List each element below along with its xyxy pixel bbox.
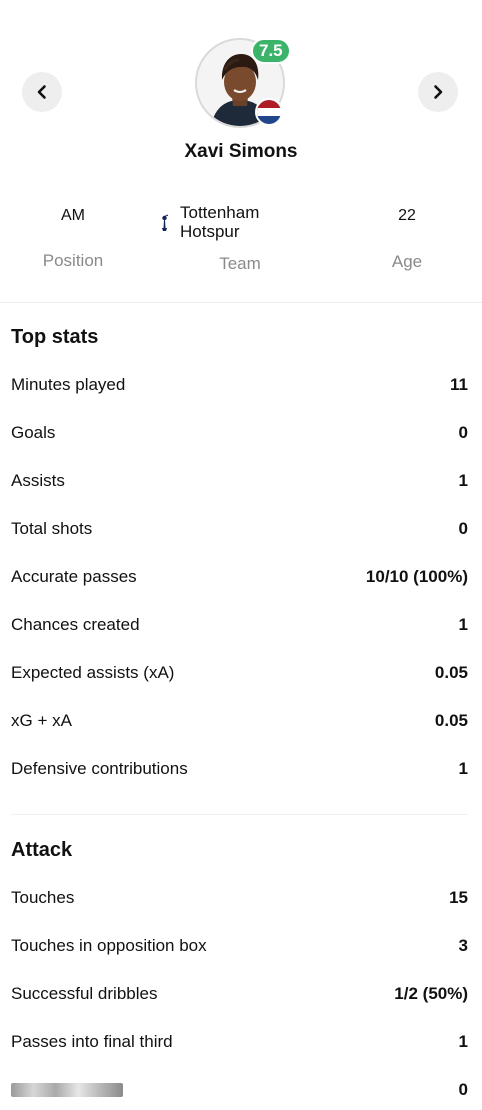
stat-value: 1 — [458, 1032, 468, 1051]
attack-title: Attack — [11, 839, 73, 861]
team-name-line2: Hotspur — [180, 222, 240, 241]
age-value: 22 — [398, 207, 416, 224]
next-player-button[interactable] — [418, 72, 458, 112]
stat-label: xG + xA — [11, 711, 72, 730]
header-divider — [0, 302, 482, 303]
stat-label: Passes into final third — [11, 1032, 173, 1051]
team-link[interactable]: Tottenham Hotspur — [160, 203, 259, 241]
stat-value: 1 — [458, 615, 468, 634]
stat-label: Chances created — [11, 615, 140, 634]
stat-row-assists: Assists 1 — [11, 469, 468, 493]
stat-label: Expected assists (xA) — [11, 663, 175, 682]
stat-value: 10/10 (100%) — [365, 567, 468, 586]
stat-label: Total shots — [11, 519, 93, 538]
stat-value: 3 — [458, 936, 468, 955]
stat-row-touches: Touches 15 — [11, 886, 468, 910]
chevron-left-icon — [37, 85, 46, 99]
stat-row-total-shots: Total shots 0 — [11, 517, 468, 541]
stat-value: 1/2 (50%) — [394, 984, 468, 1003]
position-value: AM — [61, 207, 85, 224]
chevron-right-icon — [434, 85, 443, 99]
stat-value: 1 — [458, 759, 468, 778]
stat-value: 0 — [458, 519, 468, 538]
player-avatar-group: 7.5 — [195, 38, 291, 128]
stat-value: 11 — [450, 375, 468, 394]
netherlands-flag-icon — [255, 98, 283, 126]
stat-label: Defensive contributions — [11, 759, 188, 778]
team-name: Tottenham Hotspur — [180, 203, 259, 241]
stat-row-passes-into-final-third: Passes into final third 1 — [11, 1030, 468, 1054]
stat-row-accurate-passes: Accurate passes 10/10 (100%) — [11, 565, 468, 589]
stat-value: 0.05 — [434, 711, 468, 730]
player-name: Xavi Simons — [184, 141, 298, 162]
stat-value: 0 — [458, 1080, 468, 1099]
stat-value: 0.05 — [434, 663, 468, 682]
stat-label: Accurate passes — [11, 567, 137, 586]
player-header: 7.5 Xavi Simons AM Position Tottenham Ho… — [0, 0, 482, 300]
stat-label: Touches in opposition box — [11, 936, 207, 955]
stat-label: Assists — [11, 471, 65, 490]
stat-row-expected-assists: Expected assists (xA) 0.05 — [11, 661, 468, 685]
stat-row-goals: Goals 0 — [11, 421, 468, 445]
age-label: Age — [391, 252, 423, 271]
stat-row-successful-dribbles: Successful dribbles 1/2 (50%) — [11, 982, 468, 1006]
stat-row-defensive-contributions: Defensive contributions 1 — [11, 757, 468, 781]
obscured-stat-label — [11, 1083, 123, 1097]
team-name-line1: Tottenham — [180, 203, 260, 222]
stat-row-minutes-played: Minutes played 11 — [11, 373, 468, 397]
top-stats-title: Top stats — [11, 326, 99, 348]
stat-row-chances-created: Chances created 1 — [11, 613, 468, 637]
previous-player-button[interactable] — [22, 72, 62, 112]
rating-badge: 7.5 — [251, 38, 291, 64]
stat-row-xg-plus-xa: xG + xA 0.05 — [11, 709, 468, 733]
stat-row-touches-in-opposition-box: Touches in opposition box 3 — [11, 934, 468, 958]
stat-label: Goals — [11, 423, 56, 442]
stat-label: Minutes played — [11, 375, 126, 394]
team-crest-icon — [162, 214, 169, 231]
stat-row-obscured: 0 — [11, 1078, 468, 1102]
position-label: Position — [42, 251, 104, 270]
stat-value: 0 — [458, 423, 468, 442]
stat-value: 1 — [458, 471, 468, 490]
stat-label: Successful dribbles — [11, 984, 158, 1003]
stat-label: Touches — [11, 888, 75, 907]
stat-value: 15 — [449, 888, 468, 907]
team-label: Team — [219, 254, 261, 273]
section-divider — [11, 814, 468, 815]
